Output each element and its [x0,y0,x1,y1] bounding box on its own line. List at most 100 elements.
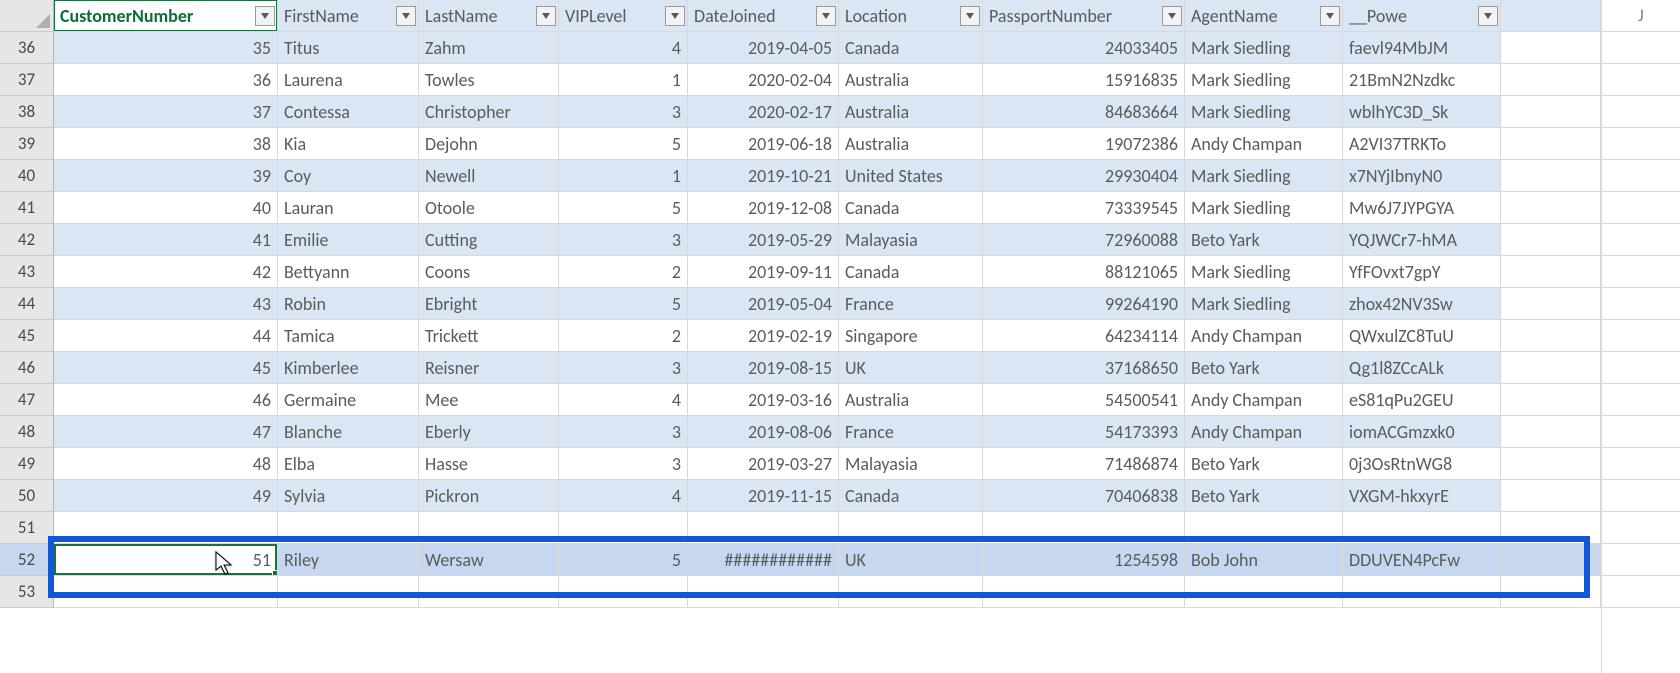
cell-lastname[interactable]: Reisner [419,352,559,384]
cell-viplevel[interactable]: 5 [559,192,688,224]
cell-viplevel[interactable]: 3 [559,224,688,256]
column-header-agentname[interactable]: AgentName [1185,0,1343,32]
cell-passportnumber[interactable]: 15916835 [983,64,1185,96]
cell-firstname[interactable]: Riley [278,544,419,576]
cell-customernumber[interactable]: 37 [54,96,278,128]
cell-viplevel[interactable]: 2 [559,256,688,288]
cell-passportnumber[interactable]: 88121065 [983,256,1185,288]
cell-lastname[interactable]: Pickron [419,480,559,512]
cell-viplevel[interactable]: 5 [559,288,688,320]
row-header[interactable]: 44 [0,288,54,320]
cell-location[interactable]: Canada [839,32,983,64]
cell-passportnumber[interactable]: 73339545 [983,192,1185,224]
cell-datejoined[interactable]: 2019-03-27 [688,448,839,480]
cell-location[interactable]: UK [839,544,983,576]
cell-datejoined[interactable]: 2019-06-18 [688,128,839,160]
row-header[interactable]: 52 [0,544,54,576]
cell-datejoined[interactable]: 2019-05-04 [688,288,839,320]
column-header-viplevel[interactable]: VIPLevel [559,0,688,32]
cell-powerappsid[interactable]: A2VI37TRKTo [1343,128,1501,160]
cell-tail[interactable] [1501,480,1601,512]
cell-tail[interactable] [1501,544,1601,576]
cell-firstname[interactable] [278,512,419,544]
cell-powerappsid[interactable]: iomACGmzxk0 [1343,416,1501,448]
cell-location[interactable]: Malayasia [839,224,983,256]
cell-tail[interactable] [1501,160,1601,192]
cell-firstname[interactable]: Laurena [278,64,419,96]
cell-powerappsid[interactable]: wblhYC3D_Sk [1343,96,1501,128]
cell-viplevel[interactable]: 3 [559,448,688,480]
cell-customernumber[interactable]: 44 [54,320,278,352]
cell-lastname[interactable]: Otoole [419,192,559,224]
cell-agentname[interactable]: Andy Champan [1185,128,1343,160]
cell-datejoined[interactable]: 2019-11-15 [688,480,839,512]
cell-customernumber[interactable]: 40 [54,192,278,224]
row-header[interactable]: 41 [0,192,54,224]
cell-datejoined[interactable]: 2020-02-17 [688,96,839,128]
cell-firstname[interactable]: Kia [278,128,419,160]
cell-viplevel[interactable]: 5 [559,544,688,576]
cell-customernumber[interactable]: 47 [54,416,278,448]
cell-passportnumber[interactable]: 1254598 [983,544,1185,576]
empty-cell[interactable] [1185,576,1343,608]
cell-agentname[interactable]: Mark Siedling [1185,96,1343,128]
cell-tail[interactable] [1501,192,1601,224]
cell-firstname[interactable]: Emilie [278,224,419,256]
cell-passportnumber[interactable]: 29930404 [983,160,1185,192]
cell-customernumber[interactable]: 41 [54,224,278,256]
filter-button-agentname[interactable] [1320,6,1340,26]
cell-location[interactable]: Australia [839,64,983,96]
cell-lastname[interactable]: Dejohn [419,128,559,160]
cell-datejoined[interactable]: 2020-02-04 [688,64,839,96]
cell-viplevel[interactable]: 4 [559,480,688,512]
cell-tail[interactable] [1501,256,1601,288]
row-header[interactable]: 48 [0,416,54,448]
cell-customernumber[interactable]: 39 [54,160,278,192]
column-header-tail[interactable] [1501,0,1601,32]
cell-viplevel[interactable] [559,512,688,544]
cell-tail[interactable] [1501,224,1601,256]
cell-tail[interactable] [1501,448,1601,480]
cell-lastname[interactable]: Coons [419,256,559,288]
cell-firstname[interactable]: Sylvia [278,480,419,512]
cell-powerappsid[interactable]: x7NYjIbnyN0 [1343,160,1501,192]
column-header-passportnumber[interactable]: PassportNumber [983,0,1185,32]
cell-agentname[interactable]: Beto Yark [1185,224,1343,256]
cell-location[interactable] [839,512,983,544]
cell-powerappsid[interactable]: zhox42NV3Sw [1343,288,1501,320]
cell-tail[interactable] [1501,64,1601,96]
cell-customernumber[interactable] [54,512,278,544]
cell-agentname[interactable] [1185,512,1343,544]
cell-passportnumber[interactable]: 37168650 [983,352,1185,384]
empty-cell[interactable] [1501,576,1601,608]
cell-firstname[interactable]: Kimberlee [278,352,419,384]
cell-agentname[interactable]: Beto Yark [1185,352,1343,384]
empty-cell[interactable] [278,576,419,608]
cell-datejoined[interactable]: 2019-02-19 [688,320,839,352]
cell-location[interactable]: UK [839,352,983,384]
row-header[interactable]: 49 [0,448,54,480]
empty-cell[interactable] [419,576,559,608]
cell-lastname[interactable]: Trickett [419,320,559,352]
cell-powerappsid[interactable]: DDUVEN4PcFw [1343,544,1501,576]
cell-viplevel[interactable]: 1 [559,160,688,192]
empty-cell[interactable] [1343,576,1501,608]
cell-firstname[interactable]: Robin [278,288,419,320]
column-header-customernumber[interactable]: CustomerNumber [54,0,278,32]
row-header[interactable]: 40 [0,160,54,192]
cell-lastname[interactable] [419,512,559,544]
row-header[interactable]: 46 [0,352,54,384]
filter-button-powerappsid[interactable] [1478,6,1498,26]
filter-button-datejoined[interactable] [816,6,836,26]
column-header-powerappsid[interactable]: __Powe [1343,0,1501,32]
cell-lastname[interactable]: Ebright [419,288,559,320]
cell-location[interactable]: Australia [839,96,983,128]
empty-cell[interactable] [983,576,1185,608]
cell-agentname[interactable]: Mark Siedling [1185,160,1343,192]
cell-location[interactable]: United States [839,160,983,192]
cell-lastname[interactable]: Hasse [419,448,559,480]
cell-datejoined[interactable]: 2019-08-15 [688,352,839,384]
row-header[interactable]: 51 [0,512,54,544]
cell-tail[interactable] [1501,352,1601,384]
cell-tail[interactable] [1501,32,1601,64]
